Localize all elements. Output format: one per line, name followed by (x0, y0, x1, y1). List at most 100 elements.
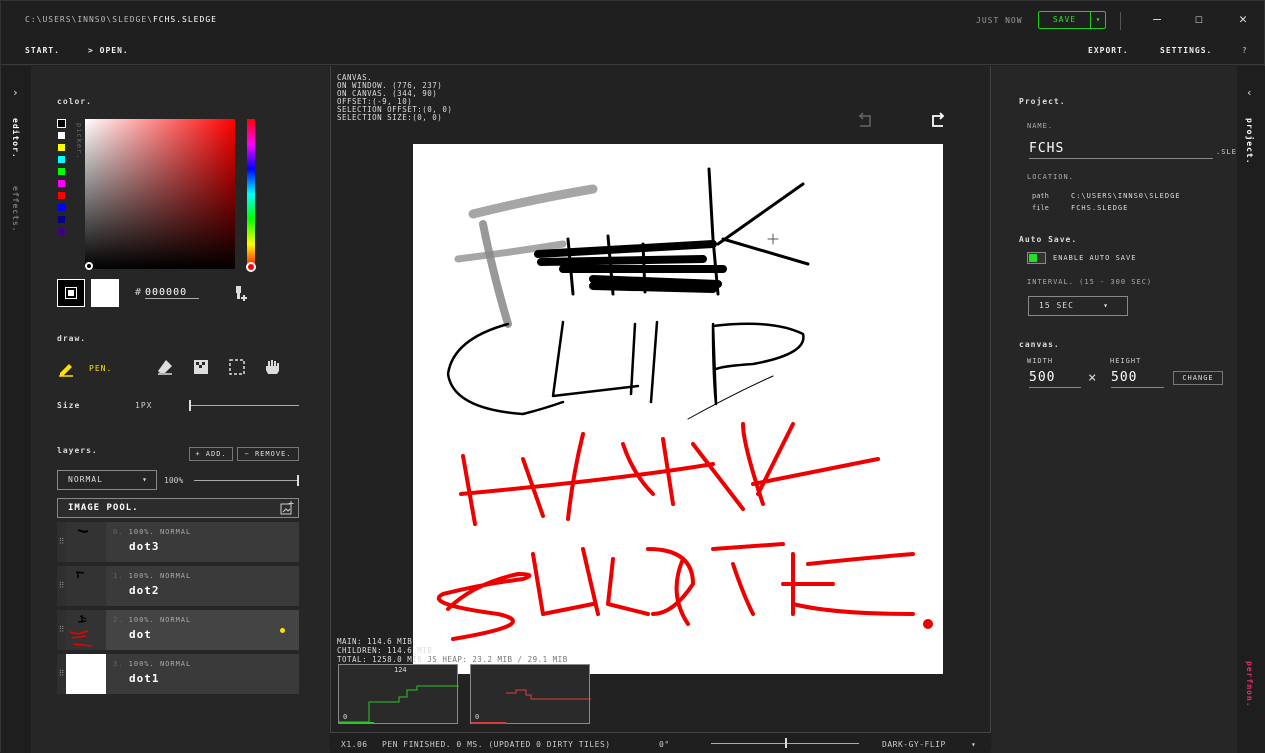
layer-row[interactable]: ⠿ 0. 100%. NORMAL dot3 (57, 522, 299, 562)
undo-icon[interactable] (856, 111, 876, 129)
active-tool-label: PEN. (89, 364, 113, 373)
chevron-down-icon: ▾ (142, 475, 148, 484)
size-slider-handle[interactable] (189, 400, 191, 411)
tab-perfmon[interactable]: perfmon. (1245, 661, 1254, 708)
image-pool-bar[interactable]: IMAGE POOL. (57, 498, 299, 518)
palette-swatch[interactable] (58, 228, 65, 235)
tab-editor[interactable]: editor. (11, 118, 20, 159)
menu-settings[interactable]: SETTINGS. (1160, 46, 1212, 55)
hue-slider-handle[interactable] (246, 262, 256, 272)
layer-thumbnail (66, 610, 106, 650)
tab-project[interactable]: project. (1245, 118, 1254, 165)
redo-icon[interactable] (927, 111, 947, 129)
tab-effects[interactable]: effects. (11, 186, 20, 233)
layer-row[interactable]: ⠿ 1. 100%. NORMAL dot2 (57, 566, 299, 606)
toggle-knob (1029, 254, 1037, 262)
menu-open[interactable]: > OPEN. (88, 46, 129, 55)
size-value: 1PX (135, 401, 153, 410)
fill-bucket-icon[interactable] (192, 358, 210, 376)
interval-label: INTERVAL. (15 - 300 SEC) (1027, 278, 1153, 286)
interval-select[interactable]: 15 SEC ▾ (1028, 296, 1128, 316)
color-heading: color. (57, 97, 92, 106)
layer-row[interactable]: ⠿ 3. 100%. NORMAL dot1 (57, 654, 299, 694)
layer-name: dot3 (129, 540, 160, 553)
drag-handle-icon[interactable]: ⠿ (57, 654, 66, 694)
eraser-icon[interactable] (156, 358, 174, 376)
save-dropdown-icon[interactable]: ▾ (1091, 12, 1105, 28)
layer-row-selected[interactable]: ⠿ 2. 100%. NORMAL dot (57, 610, 299, 650)
save-button[interactable]: SAVE (1039, 12, 1091, 28)
draw-heading: draw. (57, 334, 87, 343)
layer-thumbnail (66, 654, 106, 694)
hue-slider[interactable] (247, 119, 255, 269)
drag-handle-icon[interactable]: ⠿ (57, 610, 66, 650)
path-prefix: C:\USERS\INNS0\SLEDGE\ (25, 15, 153, 24)
palette-swatch[interactable] (58, 156, 65, 163)
canvas-info-line: SELECTION SIZE:(0, 0) (337, 113, 443, 122)
collapse-right-icon[interactable]: ‹ (1246, 86, 1253, 99)
collapse-left-icon[interactable]: › (12, 86, 19, 99)
remove-layer-button[interactable]: − REMOVE. (237, 447, 299, 461)
layer-opacity-value: 100% (164, 476, 184, 485)
layer-index: 1. (113, 572, 124, 580)
eyedropper-icon[interactable] (233, 284, 249, 302)
minimize-button[interactable]: — (1146, 10, 1168, 30)
file-key: file (1032, 204, 1049, 212)
palette-swatch-selected[interactable] (57, 119, 66, 128)
color-picker-handle[interactable] (85, 262, 93, 270)
palette-swatch[interactable] (58, 204, 65, 211)
palette-swatch[interactable] (58, 144, 65, 151)
app-window: C:\USERS\INNS0\SLEDGE\FCHS.SLEDGE JUST N… (0, 0, 1265, 753)
primary-indicator-icon (65, 287, 77, 299)
layer-opacity-slider[interactable] (194, 480, 299, 481)
drag-handle-icon[interactable]: ⠿ (57, 522, 66, 562)
autosave-toggle[interactable] (1027, 252, 1046, 264)
layers-heading: layers. (57, 446, 98, 455)
chevron-down-icon[interactable]: ▾ (971, 740, 976, 749)
canvas-height-input[interactable]: 500 (1111, 370, 1164, 388)
drag-handle-icon[interactable]: ⠿ (57, 566, 66, 606)
save-status: JUST NOW (976, 16, 1023, 25)
hex-prefix: # (135, 287, 142, 298)
primary-color-swatch[interactable] (57, 279, 85, 307)
memory-graph: 124 0 (338, 664, 459, 724)
add-image-icon[interactable] (280, 501, 294, 515)
status-bar: X1.06 PEN FINISHED. 0 MS. (UPDATED 0 DIR… (330, 732, 991, 753)
pen-icon[interactable] (57, 358, 77, 378)
palette-swatch[interactable] (58, 180, 65, 187)
blend-mode-select[interactable]: NORMAL ▾ (57, 470, 157, 490)
memory-children: CHILDREN: 114.6 MIB (337, 646, 433, 655)
change-size-button[interactable]: CHANGE (1173, 371, 1223, 385)
help-button[interactable]: ? (1242, 46, 1248, 55)
hand-move-icon[interactable] (263, 358, 281, 376)
title-bar: C:\USERS\INNS0\SLEDGE\FCHS.SLEDGE JUST N… (1, 1, 1264, 39)
layer-meta: 3. 100%. NORMAL (113, 660, 191, 668)
layer-meta: 1. 100%. NORMAL (113, 572, 191, 580)
layer-meta-text: 100%. NORMAL (128, 616, 192, 624)
hex-input[interactable]: 000000 (145, 287, 199, 299)
saturation-value-picker[interactable] (85, 119, 235, 269)
layer-opacity-handle[interactable] (297, 475, 299, 486)
secondary-color-swatch[interactable] (91, 279, 119, 307)
canvas-width-input[interactable]: 500 (1029, 370, 1081, 388)
path-value: C:\USERS\INNS0\SLEDGE (1071, 192, 1181, 200)
palette-swatch[interactable] (58, 192, 65, 199)
close-button[interactable]: ✕ (1232, 10, 1254, 30)
theme-select[interactable]: DARK-GY-FLIP (882, 740, 946, 749)
add-layer-button[interactable]: + ADD. (189, 447, 233, 461)
drawing-canvas[interactable] (413, 144, 943, 674)
save-split-button[interactable]: SAVE ▾ (1038, 11, 1106, 29)
palette-swatch[interactable] (58, 216, 65, 223)
palette-swatch[interactable] (58, 132, 65, 139)
rotation-value: 0° (659, 740, 670, 749)
maximize-button[interactable]: ☐ (1188, 10, 1210, 30)
rect-select-icon[interactable] (228, 358, 246, 376)
menu-export[interactable]: EXPORT. (1088, 46, 1129, 55)
image-pool-label: IMAGE POOL. (68, 503, 139, 513)
menu-start[interactable]: START. (25, 46, 60, 55)
zoom-slider-handle[interactable] (785, 738, 787, 748)
project-name-input[interactable]: FCHS (1029, 141, 1213, 159)
size-slider[interactable] (189, 405, 299, 406)
palette-swatch[interactable] (58, 168, 65, 175)
memory-stats: MAIN: 114.6 MIB CHILDREN: 114.6 MIB TOTA… (337, 637, 568, 664)
